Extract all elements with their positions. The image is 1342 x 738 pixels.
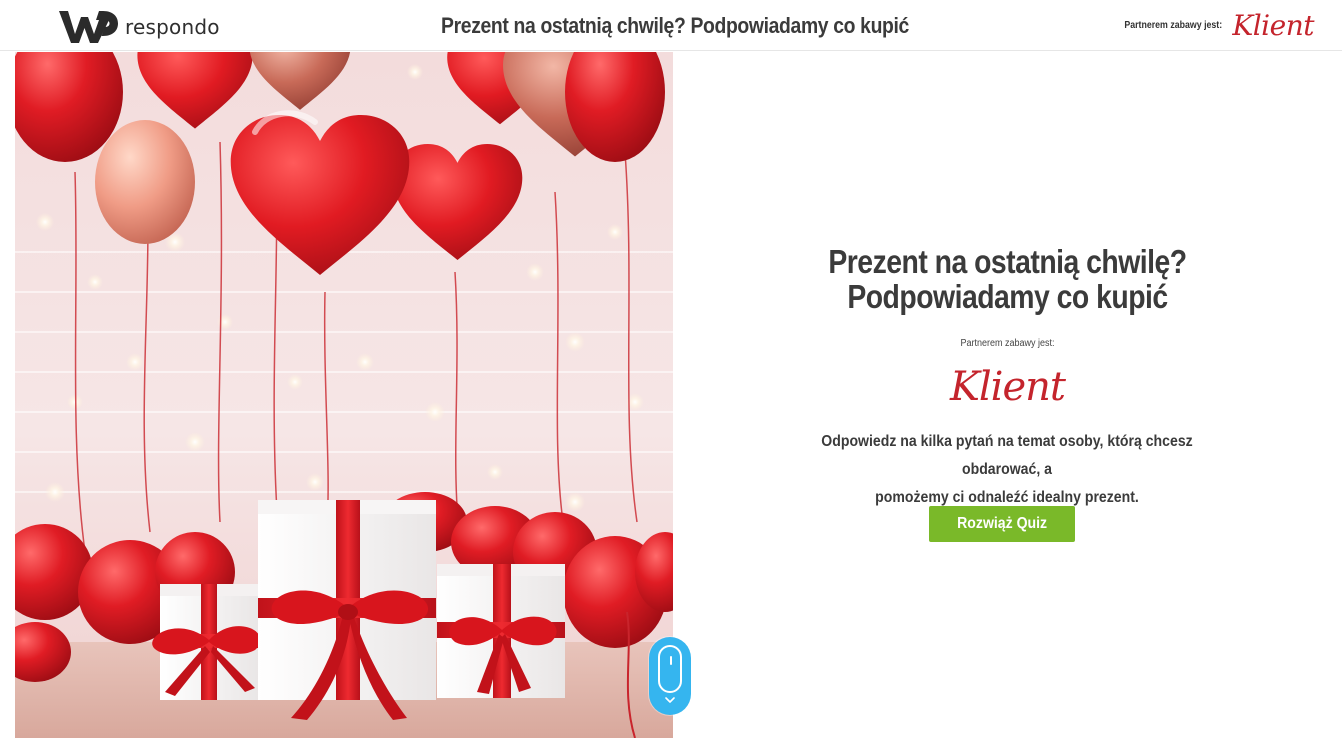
intro-description-line-2: pomożemy ci odnaleźć idealny prezent. — [875, 489, 1139, 506]
start-quiz-button-label: Rozwiąż Quiz — [957, 515, 1047, 532]
intro-partner-logo[interactable]: Klient — [673, 364, 1342, 410]
partner-logo[interactable]: Klient — [1232, 9, 1314, 42]
header-title: Prezent na ostatnią chwilę? Podpowiadamy… — [441, 13, 909, 38]
partner-badge: Partnerem zabawy jest: Klient — [1111, 6, 1314, 44]
quiz-intro-panel: Prezent na ostatnią chwilę? Podpowiadamy… — [673, 52, 1342, 738]
hero-image — [15, 52, 673, 738]
intro-partner-label: Partnerem zabawy jest: — [960, 338, 1055, 349]
intro-description-line-1: Odpowiedz na kilka pytań na temat osoby,… — [821, 433, 1193, 478]
intro-title-line-2: Podpowiadamy co kupić — [847, 278, 1168, 315]
mouse-wheel-icon — [670, 656, 672, 665]
start-quiz-button[interactable]: Rozwiąż Quiz — [929, 506, 1075, 542]
intro-description: Odpowiedz na kilka pytań na temat osoby,… — [787, 428, 1227, 512]
wp-logo-icon — [59, 11, 118, 43]
balloons-gifts-illustration — [15, 52, 673, 738]
top-header: respondo Prezent na ostatnią chwilę? Pod… — [0, 0, 1342, 51]
intro-title-line-1: Prezent na ostatnią chwilę? — [828, 243, 1187, 280]
brand-name: respondo — [125, 15, 220, 39]
brand-logo[interactable]: respondo — [57, 9, 220, 45]
partner-label: Partnerem zabawy jest: — [1124, 19, 1223, 31]
intro-title: Prezent na ostatnią chwilę? Podpowiadamy… — [720, 244, 1295, 314]
